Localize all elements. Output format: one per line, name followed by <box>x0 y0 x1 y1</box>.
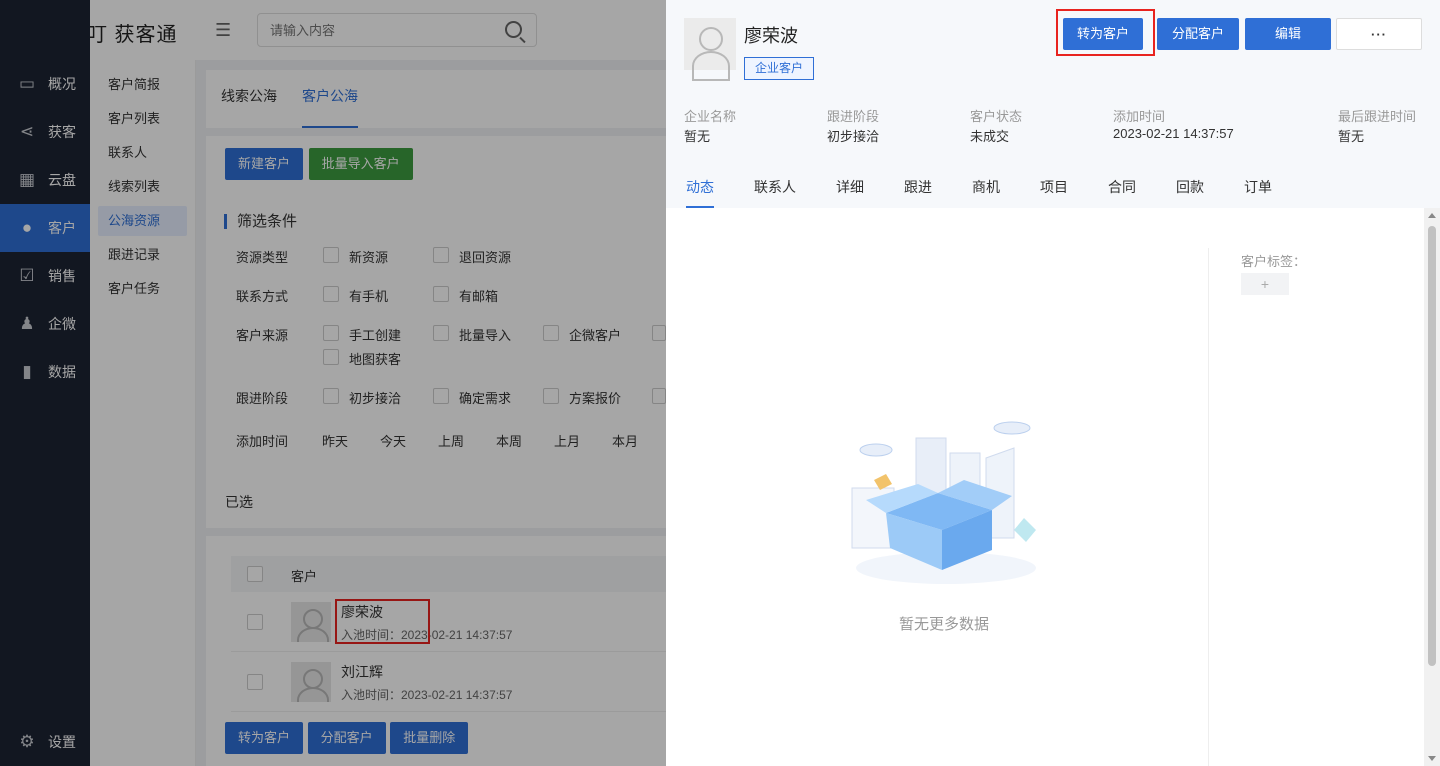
customer-name: 廖荣波 <box>744 26 798 46</box>
highlight-box <box>1056 9 1155 56</box>
info-label: 跟进阶段 <box>827 109 880 124</box>
info-value: 暂无 <box>684 129 711 144</box>
tab-contracts[interactable]: 合同 <box>1108 177 1136 208</box>
customer-type-badge: 企业客户 <box>744 57 815 80</box>
info-value: 暂无 <box>1338 129 1365 144</box>
assign-customer-button[interactable]: 分配客户 <box>1157 18 1239 50</box>
avatar <box>684 18 736 81</box>
info-label: 最后跟进时间 <box>1338 109 1417 124</box>
tab-contacts[interactable]: 联系人 <box>754 177 796 208</box>
tab-projects[interactable]: 项目 <box>1040 177 1068 208</box>
info-label: 添加时间 <box>1113 109 1166 124</box>
drawer-content: 暂无更多数据 客户标签： + <box>666 208 1424 766</box>
scroll-thumb[interactable] <box>1428 226 1436 666</box>
customer-tags-label: 客户标签： <box>1241 254 1307 269</box>
tab-activity[interactable]: 动态 <box>686 177 714 208</box>
tab-orders[interactable]: 订单 <box>1244 177 1272 208</box>
more-button[interactable]: ··· <box>1336 18 1422 50</box>
info-value: 2023-02-21 14:37:57 <box>1113 126 1234 141</box>
info-label: 企业名称 <box>684 109 737 124</box>
overlay-mask[interactable] <box>0 0 666 766</box>
info-value: 初步接洽 <box>827 129 880 144</box>
drawer-tabs: 动态 联系人 详细 跟进 商机 项目 合同 回款 订单 <box>666 160 1440 208</box>
empty-state-text: 暂无更多数据 <box>899 616 990 633</box>
scroll-up-icon[interactable] <box>1428 213 1436 218</box>
tab-opportunities[interactable]: 商机 <box>972 177 1000 208</box>
info-label: 客户状态 <box>970 109 1023 124</box>
info-value: 未成交 <box>970 129 1010 144</box>
edit-button[interactable]: 编辑 <box>1245 18 1331 50</box>
tab-payments[interactable]: 回款 <box>1176 177 1204 208</box>
add-tag-button[interactable]: + <box>1241 273 1289 295</box>
tab-details[interactable]: 详细 <box>836 177 864 208</box>
scroll-down-icon[interactable] <box>1428 756 1436 761</box>
divider <box>1208 248 1209 766</box>
app-root: 快叮 获客通 ☰ ▭ 概况 ⋖ 获客 ▦ 云盘 ● 客户 <box>0 0 1440 766</box>
tab-followups[interactable]: 跟进 <box>904 177 932 208</box>
customer-detail-drawer: 廖荣波 企业客户 转为客户 分配客户 编辑 ··· 企业名称 暂无 跟进阶段 初… <box>666 0 1440 766</box>
drawer-header: 廖荣波 企业客户 转为客户 分配客户 编辑 ··· 企业名称 暂无 跟进阶段 初… <box>666 0 1440 160</box>
vertical-scrollbar[interactable] <box>1424 208 1440 766</box>
empty-box-illustration <box>851 421 1036 584</box>
